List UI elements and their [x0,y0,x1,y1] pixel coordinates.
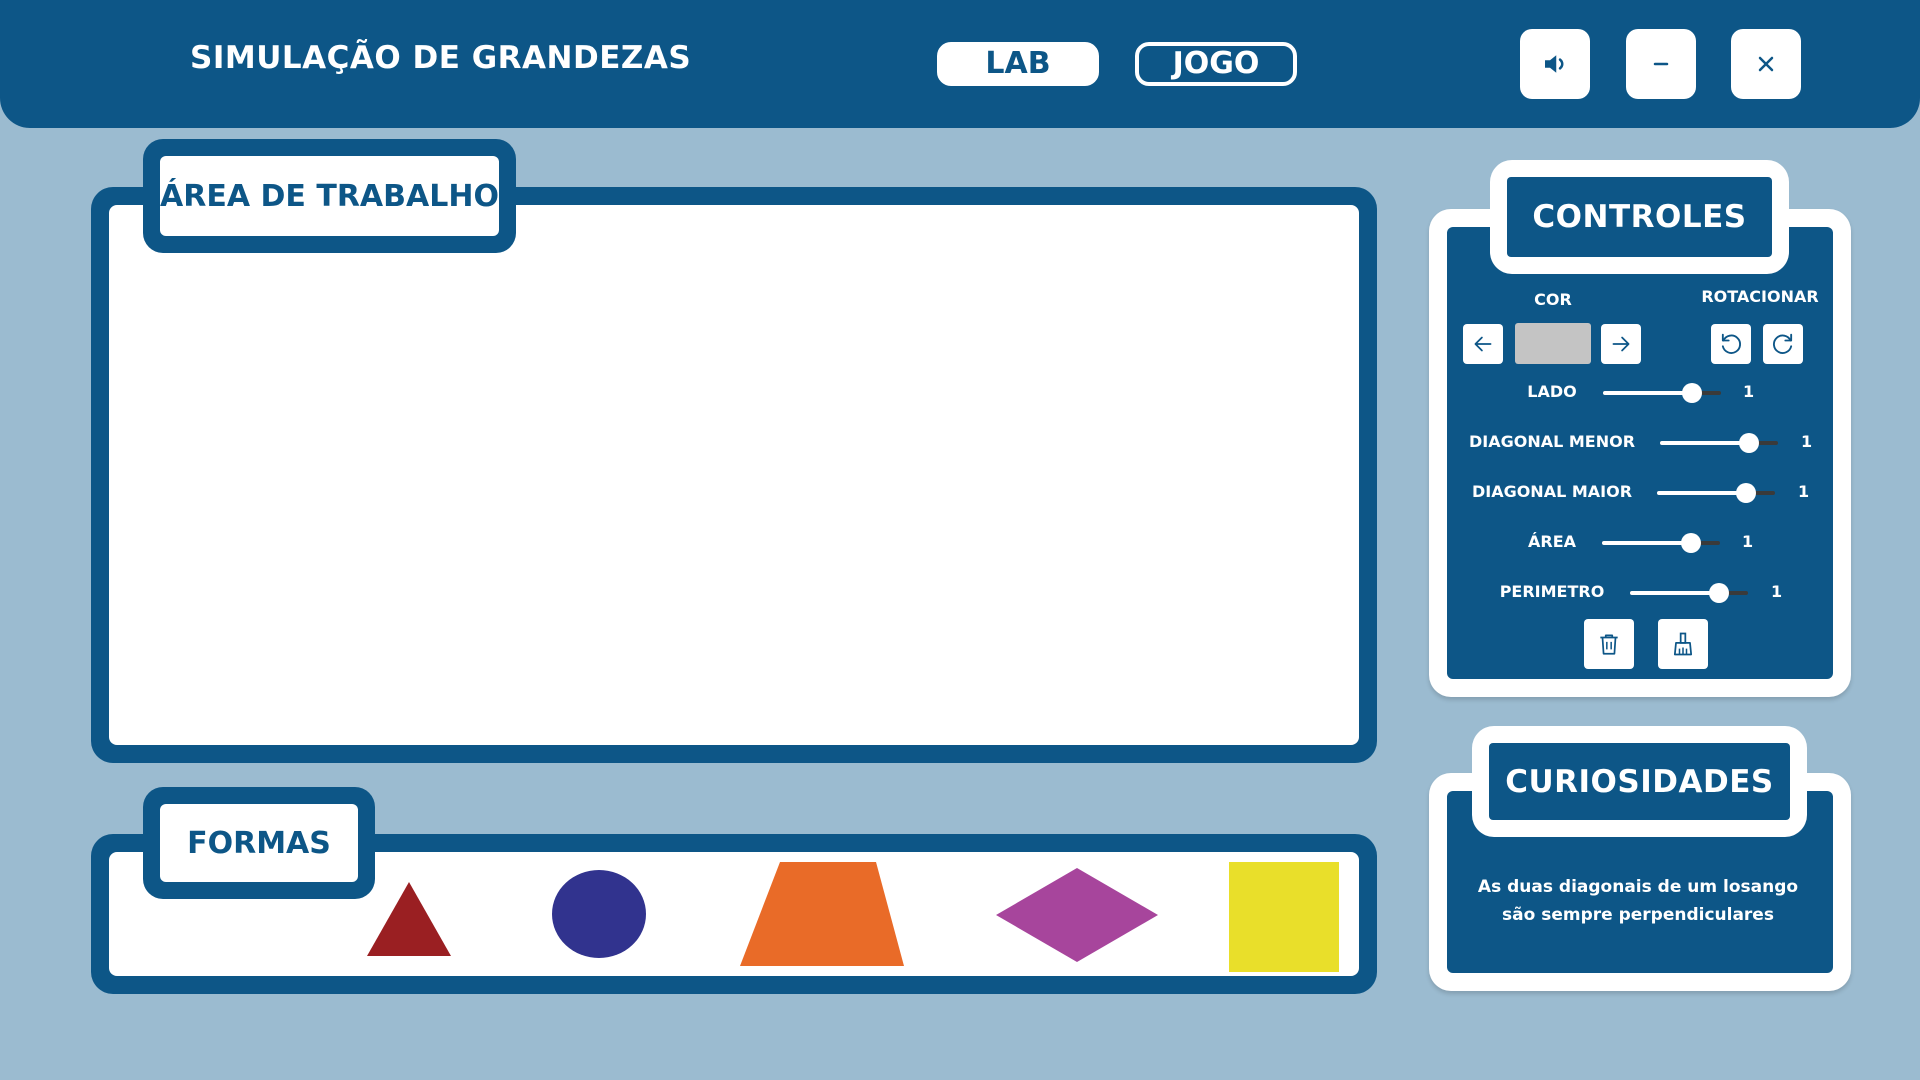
major-diagonal-value: 1 [1798,482,1810,501]
minor-diagonal-value: 1 [1801,432,1813,451]
curiosities-title: CURIOSIDADES [1489,743,1790,820]
trash-icon [1600,634,1618,655]
rotate-label: ROTACIONAR [1701,287,1819,306]
area-slider-row: ÁREA 1 [1460,527,1830,557]
minimize-button[interactable] [1626,29,1696,99]
workspace-canvas[interactable] [109,205,1359,745]
area-slider-thumb[interactable] [1680,533,1701,553]
curiosity-text: As duas diagonais de um losango são semp… [1448,873,1828,929]
area-slider[interactable] [1602,533,1720,553]
minimize-icon [1653,62,1669,66]
color-label: COR [1534,290,1572,309]
minor-diagonal-label: DIAGONAL MENOR [1468,432,1636,451]
previous-color-button[interactable] [1463,324,1503,364]
delete-button[interactable] [1584,619,1634,669]
rotate-right-icon [1773,333,1793,354]
rotate-left-icon [1721,333,1741,354]
circle-shape[interactable] [551,869,647,959]
next-color-button[interactable] [1601,324,1641,364]
perimeter-value: 1 [1771,582,1783,601]
workspace-title: ÁREA DE TRABALHO [160,156,499,236]
perimeter-slider-row: PERIMETRO 1 [1460,577,1830,607]
close-button[interactable] [1731,29,1801,99]
perimeter-label: PERIMETRO [1499,582,1605,601]
speaker-icon [1545,55,1564,73]
workspace-tab: ÁREA DE TRABALHO [143,139,516,253]
perimeter-slider[interactable] [1630,583,1748,603]
perimeter-slider-thumb[interactable] [1708,583,1729,603]
shapes-tab: FORMAS [143,787,375,899]
minor-diagonal-slider-thumb[interactable] [1738,433,1759,453]
clear-button[interactable] [1658,619,1708,669]
brush-icon [1673,632,1693,656]
curiosities-tab: CURIOSIDADES [1472,726,1807,837]
square-shape[interactable] [1229,862,1339,972]
game-mode-button[interactable]: JOGO [1135,42,1297,86]
major-diagonal-label: DIAGONAL MAIOR [1471,482,1633,501]
controls-tab: CONTROLES [1490,160,1789,274]
rotate-right-button[interactable] [1763,324,1803,364]
rhombus-shape[interactable] [996,868,1158,962]
top-bar: SIMULAÇÃO DE GRANDEZAS LAB JOGO [0,0,1920,128]
close-icon [1758,56,1774,72]
color-swatch[interactable] [1515,323,1591,364]
app-title: SIMULAÇÃO DE GRANDEZAS [190,40,692,76]
side-slider[interactable] [1603,383,1721,403]
triangle-shape[interactable] [367,882,451,956]
side-slider-thumb[interactable] [1681,383,1702,403]
minor-diagonal-slider-row: DIAGONAL MENOR 1 [1460,427,1830,457]
side-slider-row: LADO 1 [1460,377,1830,407]
workspace-panel [91,187,1377,763]
arrow-right-icon [1612,336,1630,352]
curiosity-line-1: As duas diagonais de um losango [1477,877,1799,897]
arrow-left-icon [1474,336,1492,352]
lab-mode-button[interactable]: LAB [937,42,1099,86]
side-value: 1 [1743,382,1755,401]
major-diagonal-slider[interactable] [1657,483,1775,503]
major-diagonal-slider-row: DIAGONAL MAIOR 1 [1460,477,1830,507]
curiosity-line-2: são sempre perpendiculares [1502,905,1774,925]
sound-button[interactable] [1520,29,1590,99]
minor-diagonal-slider[interactable] [1660,433,1778,453]
major-diagonal-slider-thumb[interactable] [1735,483,1756,503]
trapezoid-shape[interactable] [740,862,904,966]
area-value: 1 [1742,532,1754,551]
rotate-left-button[interactable] [1711,324,1751,364]
shapes-title: FORMAS [160,804,358,882]
controls-title: CONTROLES [1507,177,1772,257]
